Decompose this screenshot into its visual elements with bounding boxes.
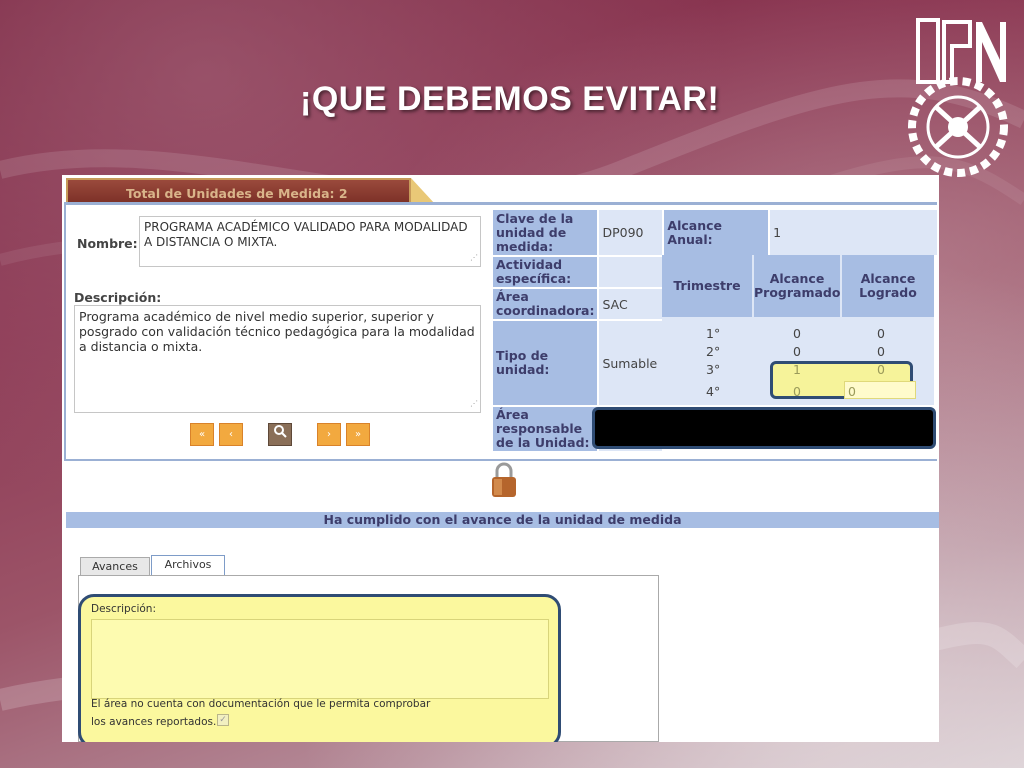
header-divider	[64, 202, 937, 205]
last-record-button[interactable]: »	[346, 423, 370, 446]
nombre-field[interactable]: PROGRAMA ACADÉMICO VALIDADO PARA MODALID…	[139, 216, 481, 267]
descripcion-field[interactable]: Programa académico de nivel medio superi…	[74, 305, 481, 413]
resize-grip-icon[interactable]: ⋰	[470, 250, 478, 265]
clave-value: DP090	[599, 210, 663, 255]
trimestre-4: 4°	[706, 384, 721, 399]
programado-3: 1	[793, 362, 801, 377]
area-coordinadora-label: Área coordinadora:	[493, 289, 598, 319]
descripcion-value: Programa académico de nivel medio superi…	[79, 309, 475, 354]
trimestre-3: 3°	[706, 362, 721, 377]
search-button[interactable]	[268, 423, 292, 446]
programado-2: 0	[793, 344, 801, 359]
logrado-3: 0	[877, 362, 885, 377]
tab-archivos[interactable]: Archivos	[151, 555, 225, 577]
archivos-descripcion-field[interactable]	[91, 619, 549, 699]
programado-4: 0	[793, 384, 801, 399]
tab-corner	[411, 178, 435, 204]
tab-avances[interactable]: Avances	[80, 557, 150, 577]
alcance-anual-value: 1	[770, 210, 937, 255]
first-record-button[interactable]: «	[190, 423, 214, 446]
nombre-value: PROGRAMA ACADÉMICO VALIDADO PARA MODALID…	[144, 220, 468, 249]
programado-header: Alcance Programado	[754, 255, 840, 317]
programado-1: 0	[793, 326, 801, 341]
prev-record-button[interactable]: ‹	[219, 423, 243, 446]
logrado-2: 0	[877, 344, 885, 359]
logrado-1: 0	[877, 326, 885, 341]
area-responsable-label: Área responsable de la Unidad:	[493, 407, 598, 451]
trimestre-header: Trimestre	[662, 255, 752, 317]
archivos-descripcion-label: Descripción:	[91, 603, 156, 615]
resize-grip-icon[interactable]: ⋰	[470, 396, 478, 411]
app-screenshot: Total de Unidades de Medida: 2 Nombre: P…	[62, 175, 939, 742]
note-line-2: los avances reportados.	[91, 716, 217, 728]
alcance-anual-label: Alcance Anual:	[664, 210, 769, 255]
slide-title: ¡QUE DEBEMOS EVITAR!	[300, 80, 720, 118]
logrado-header: Alcance Logrado	[842, 255, 934, 317]
highlight-archivos: Descripción: El área no cuenta con docum…	[78, 594, 561, 742]
tipo-unidad-label: Tipo de unidad:	[493, 321, 598, 405]
note-line-1: El área no cuenta con documentación que …	[91, 698, 431, 710]
clave-label: Clave de la unidad de medida:	[493, 210, 598, 255]
tipo-unidad-value: Sumable	[599, 321, 663, 405]
area-coordinadora-value: SAC	[599, 289, 663, 319]
actividad-label: Actividad específica:	[493, 257, 598, 287]
descripcion-label: Descripción:	[74, 290, 162, 305]
ipn-logo	[908, 18, 1008, 177]
documentation-checkbox[interactable]: ✓	[217, 714, 229, 726]
lock-icon	[492, 462, 516, 497]
trimestre-1: 1°	[706, 326, 721, 341]
logrado-4: 0	[848, 384, 856, 399]
units-header-tab[interactable]: Total de Unidades de Medida: 2	[66, 178, 411, 204]
redacted-area-box	[592, 407, 936, 449]
status-bar: Ha cumplido con el avance de la unidad d…	[66, 512, 939, 528]
next-record-button[interactable]: ›	[317, 423, 341, 446]
frame-left-border	[64, 202, 66, 460]
trimestre-2: 2°	[706, 344, 721, 359]
actividad-value	[599, 257, 663, 287]
search-icon	[274, 425, 287, 438]
nombre-label: Nombre:	[77, 236, 138, 251]
